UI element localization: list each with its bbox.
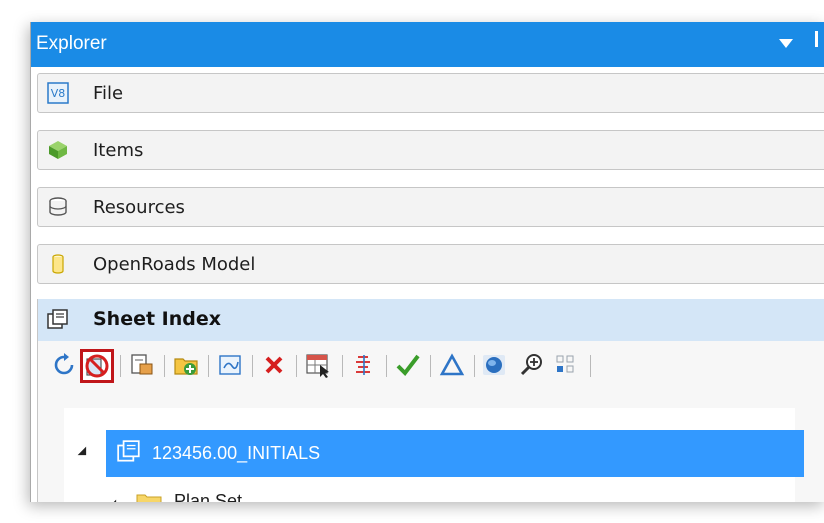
disable-icon[interactable] [80, 349, 114, 383]
toolbar-separator [430, 355, 431, 377]
window-title: Explorer [36, 33, 107, 54]
toolbar-separator [342, 355, 343, 377]
checkmark-icon[interactable] [394, 351, 422, 379]
items-icon [49, 141, 67, 159]
expand-arrow-icon[interactable] [77, 446, 91, 460]
tree-item-root[interactable]: 123456.00_INITIALS [106, 430, 804, 477]
svg-text:V8: V8 [51, 87, 66, 100]
toolbar-separator [474, 355, 475, 377]
openroads-model-icon [52, 254, 64, 274]
toolbar-separator [164, 355, 165, 377]
folder-icon [136, 494, 162, 502]
add-folder-icon[interactable] [172, 351, 200, 379]
section-label: Resources [93, 197, 185, 218]
sheet-index-icon [117, 440, 140, 462]
refresh-icon[interactable] [50, 351, 78, 379]
grid-icon[interactable] [552, 351, 580, 379]
section-resources[interactable]: Resources [37, 187, 824, 227]
sheet-index-tree: 123456.00_INITIALS Plan Set [64, 408, 804, 502]
tree-item-label: Plan Set [174, 491, 243, 502]
section-file[interactable]: V8 File [37, 73, 824, 113]
zoom-icon[interactable] [518, 351, 546, 379]
sheet-index-toolbar [44, 345, 804, 385]
explorer-titlebar: Explorer [31, 22, 824, 67]
section-items[interactable]: Items [37, 130, 824, 170]
toolbar-separator [120, 355, 121, 377]
toolbar-separator [296, 355, 297, 377]
section-label: Items [93, 140, 144, 161]
dropdown-arrow-icon[interactable] [779, 39, 793, 48]
link-icon[interactable] [350, 351, 378, 379]
expand-arrow-icon[interactable] [107, 499, 121, 502]
v8-file-icon: V8 [47, 82, 69, 104]
toolbar-separator [208, 355, 209, 377]
section-label: Sheet Index [93, 308, 222, 330]
resources-icon [49, 197, 67, 216]
toolbar-separator [386, 355, 387, 377]
add-sheet-icon[interactable] [216, 351, 244, 379]
section-openroads-model[interactable]: OpenRoads Model [37, 244, 824, 284]
explorer-panel: Explorer V8 File Items Resources OpenRoa… [30, 22, 824, 502]
tree-item-label: 123456.00_INITIALS [152, 443, 321, 463]
sheet-properties-icon[interactable] [128, 351, 156, 379]
pin-icon[interactable] [815, 31, 818, 47]
toolbar-separator [590, 355, 591, 377]
globe-icon[interactable] [480, 351, 508, 379]
delete-icon[interactable] [260, 351, 288, 379]
sheet-index-icon [47, 309, 68, 329]
toolbar-separator [252, 355, 253, 377]
tree-item-plan-set[interactable]: Plan Set [136, 485, 536, 502]
delta-icon[interactable] [438, 351, 466, 379]
table-select-icon[interactable] [304, 351, 332, 379]
section-sheet-index[interactable]: Sheet Index [38, 299, 824, 341]
section-label: OpenRoads Model [93, 254, 256, 275]
section-label: File [93, 83, 124, 104]
